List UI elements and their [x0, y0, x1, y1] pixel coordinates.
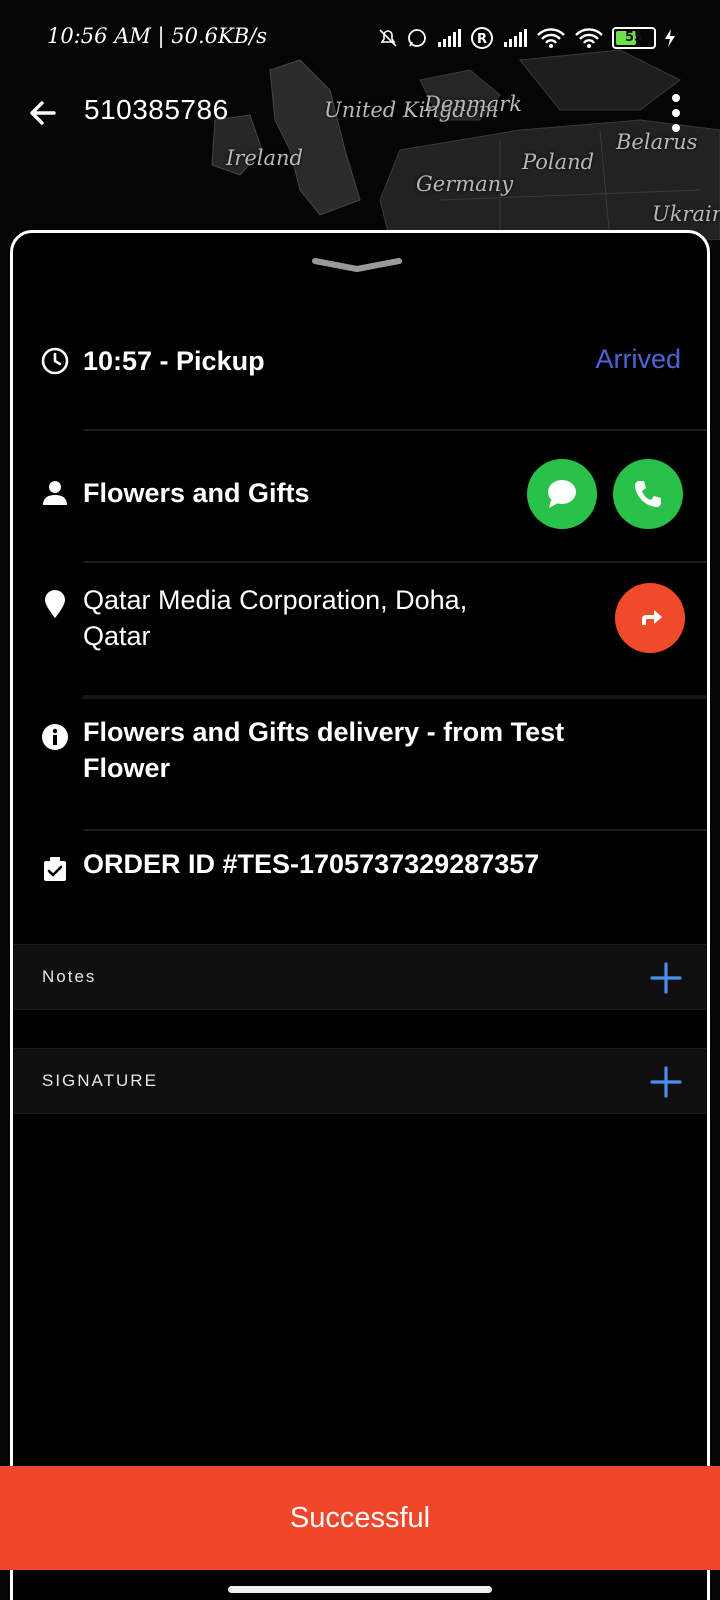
status-icons: R 55: [378, 26, 676, 50]
info-icon: [39, 721, 71, 753]
customer-row: Flowers and Gifts: [13, 455, 707, 535]
notes-label: Notes: [42, 967, 97, 986]
person-icon: [39, 477, 71, 509]
add-signature-icon[interactable]: [649, 1065, 683, 1099]
call-button[interactable]: [613, 459, 683, 529]
svg-text:R: R: [477, 32, 487, 47]
charging-icon: [665, 29, 675, 47]
more-vertical-icon[interactable]: [668, 92, 684, 134]
chat-button[interactable]: [527, 459, 597, 529]
wifi-icon: [575, 28, 603, 48]
address-line-2: Qatar: [83, 621, 151, 651]
whatsapp-icon: [408, 29, 426, 47]
navigate-button[interactable]: [615, 583, 685, 653]
directions-icon: [642, 610, 662, 625]
divider: [83, 695, 707, 699]
signal-icon: [504, 29, 527, 47]
page-title: 510385786: [84, 94, 229, 125]
description-line-1: Flowers and Gifts delivery - from Test: [83, 717, 565, 747]
map-label-germany: Germany: [416, 172, 514, 196]
signature-section[interactable]: SIGNATURE: [13, 1048, 707, 1114]
description-row: Flowers and Gifts delivery - from Test F…: [13, 715, 707, 815]
description-line-2: Flower: [83, 753, 171, 783]
signal-icon: [438, 29, 461, 47]
drag-handle[interactable]: [311, 257, 403, 273]
order-id: ORDER ID #TES-1705737329287357: [83, 849, 540, 879]
location-pin-icon: [39, 589, 71, 621]
signature-label: SIGNATURE: [42, 1071, 158, 1090]
task-details-sheet: 10:57 - Pickup Arrived Flowers and Gifts…: [10, 230, 710, 1600]
map-label-ukraine: Ukraine: [652, 202, 720, 226]
status-time: 10:56 AM | 50.6KB/s: [47, 24, 268, 48]
address-line-1: Qatar Media Corporation, Doha,: [83, 585, 468, 615]
clock-icon: [39, 345, 71, 377]
battery-icon: 55: [612, 27, 656, 49]
roaming-icon: R: [471, 27, 493, 49]
address-row: Qatar Media Corporation, Doha, Qatar: [13, 583, 707, 683]
divider: [83, 429, 707, 431]
divider: [83, 561, 707, 563]
home-indicator[interactable]: [228, 1586, 492, 1593]
mute-notifications-icon: [379, 29, 397, 47]
chat-icon: [548, 480, 576, 508]
order-check-icon: [39, 853, 71, 885]
successful-button[interactable]: Successful: [0, 1466, 720, 1570]
map-label-poland: Poland: [522, 150, 595, 174]
pickup-time: 10:57 - Pickup: [83, 346, 265, 376]
map-label-ireland: Ireland: [226, 146, 303, 170]
phone-icon: [635, 481, 661, 507]
status-badge: Arrived: [595, 344, 681, 374]
status-bar: 10:56 AM | 50.6KB/s R 55: [0, 0, 720, 78]
battery-level: 55: [624, 30, 644, 45]
arrow-left-icon[interactable]: [26, 96, 60, 130]
add-note-icon[interactable]: [649, 961, 683, 995]
app-header: 510385786: [0, 80, 720, 144]
divider: [83, 829, 707, 831]
pickup-row: 10:57 - Pickup Arrived: [13, 333, 707, 393]
wifi-icon: [537, 28, 565, 48]
notes-section[interactable]: Notes: [13, 944, 707, 1010]
customer-name: Flowers and Gifts: [83, 478, 310, 508]
order-id-row: ORDER ID #TES-1705737329287357: [13, 847, 707, 907]
